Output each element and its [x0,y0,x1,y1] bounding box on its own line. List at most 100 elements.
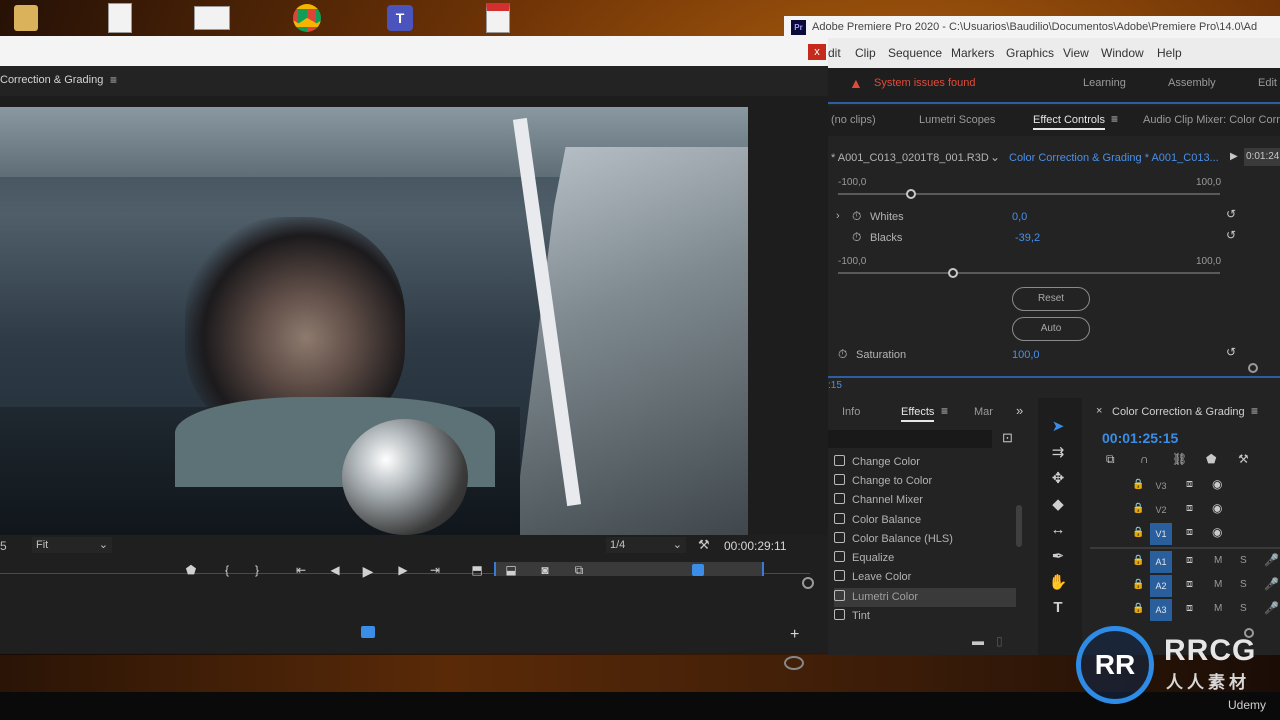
workspace-edit[interactable]: Edit [1258,77,1277,89]
step-forward-icon[interactable]: ▶ [392,563,414,577]
menu-help[interactable]: Help [1157,46,1182,60]
timeline-title[interactable]: Color Correction & Grading [1112,406,1245,418]
sync-lock-icon[interactable]: ⧈ [1186,554,1193,567]
sequence-clip-label[interactable]: Color Correction & Grading * A001_C013..… [1009,152,1227,164]
trash-icon[interactable]: ▯ [996,634,1003,648]
track-label[interactable]: V2 [1150,499,1172,521]
effect-item[interactable]: Channel Mixer [834,491,1014,510]
document-icon[interactable] [98,2,142,34]
panel-menu-icon[interactable]: ≡ [1111,112,1118,126]
chrome-icon[interactable] [285,2,329,34]
effect-item[interactable]: Color Balance (HLS) [834,530,1014,549]
effect-item-highlighted[interactable]: Lumetri Color [834,588,1016,607]
zoom-fit-select[interactable]: Fit ⌄ [32,537,112,553]
lock-icon[interactable]: 🔒 [1132,603,1144,614]
selection-tool-icon[interactable]: ➤ [1046,417,1070,437]
timeline-timecode[interactable]: 00:01:25:15 [1102,430,1178,446]
effect-item[interactable]: Tint [834,607,1014,626]
close-icon[interactable]: × [1096,405,1102,417]
workspace-assembly[interactable]: Assembly [1168,77,1216,89]
menu-markers[interactable]: Markers [951,46,994,60]
track-label[interactable]: A1 [1150,551,1172,573]
playhead[interactable] [692,564,704,576]
reset-parameter-icon[interactable]: ↺ [1226,228,1236,242]
blacks-slider-track[interactable] [838,272,1220,274]
effect-item[interactable]: Change to Color [834,472,1014,491]
sync-lock-icon[interactable]: ⧈ [1186,502,1193,515]
track-select-tool-icon[interactable]: ⇉ [1046,443,1070,463]
sync-lock-icon[interactable]: ⧈ [1186,602,1193,615]
comparison-view-icon[interactable]: ⧉ [568,563,590,578]
folder-icon[interactable]: ▬ [972,634,984,648]
pen-tool-icon[interactable]: ✒ [1046,547,1070,567]
lock-icon[interactable]: 🔒 [1132,527,1144,538]
chevron-down-icon[interactable]: ⌄ [990,150,1000,164]
reset-parameter-icon[interactable]: ↺ [1226,345,1236,359]
file-icon[interactable] [190,2,234,34]
sync-lock-icon[interactable]: ⧈ [1186,526,1193,539]
solo-button[interactable]: S [1240,579,1247,590]
teams-icon[interactable]: T [378,2,422,34]
user-folder-icon[interactable] [4,2,48,34]
mark-out-icon[interactable]: } [246,563,268,577]
hand-tool-icon[interactable]: ✋ [1046,573,1070,593]
tab-info[interactable]: Info [842,406,860,418]
effects-search-input[interactable] [828,430,992,448]
solo-button[interactable]: S [1240,555,1247,566]
sync-lock-icon[interactable]: ⧈ [1186,578,1193,591]
tab-audio-clip-mixer[interactable]: Audio Clip Mixer: Color Corre [1143,114,1280,126]
panel-menu-icon[interactable]: ≡ [1251,404,1258,418]
resolution-select[interactable]: 1/4 ⌄ [606,537,686,553]
lock-icon[interactable]: 🔒 [1132,479,1144,490]
effect-item[interactable]: Color Balance [834,511,1014,530]
blacks-slider-knob[interactable] [947,268,958,278]
track-label[interactable]: A2 [1150,575,1172,597]
menu-view[interactable]: View [1063,46,1089,60]
eye-icon[interactable]: ◉ [1212,501,1222,515]
eye-icon[interactable]: ◉ [1212,525,1222,539]
menu-clip[interactable]: Clip [855,46,876,60]
type-tool-icon[interactable]: T [1046,599,1070,619]
microphone-icon[interactable]: 🎤 [1264,553,1279,567]
pdf-icon[interactable] [476,2,520,34]
scroll-handle[interactable] [1248,363,1258,373]
snap-icon[interactable]: ∩ [1140,452,1149,466]
effects-scrollbar[interactable] [1016,505,1022,547]
whites-slider-track[interactable] [838,193,1220,195]
auto-button[interactable]: Auto [1012,317,1090,341]
add-button-icon[interactable]: + [790,626,799,644]
nest-icon[interactable]: ⧉ [1106,452,1115,467]
expand-icon[interactable]: › [836,210,840,222]
wrench-icon[interactable]: ⚒ [698,537,710,553]
lock-icon[interactable]: 🔒 [1132,503,1144,514]
wrench-icon[interactable]: ⚒ [1238,452,1249,466]
sync-lock-icon[interactable]: ⧈ [1186,478,1193,491]
menu-window[interactable]: Window [1101,46,1144,60]
step-back-icon[interactable]: ◀ [324,563,346,577]
reset-parameter-icon[interactable]: ↺ [1226,207,1236,221]
solo-button[interactable]: S [1240,603,1247,614]
tab-markers[interactable]: Mar [974,406,993,418]
scroll-handle[interactable] [802,577,814,589]
play-icon[interactable]: ▶ [357,563,379,580]
more-tabs-icon[interactable]: » [1016,403,1023,418]
mute-button[interactable]: M [1214,555,1222,566]
mute-button[interactable]: M [1214,579,1222,590]
multi-camera-icon[interactable] [361,626,375,638]
tab-source[interactable]: (no clips) [831,114,876,126]
reset-button[interactable]: Reset [1012,287,1090,311]
stopwatch-icon[interactable]: ⏱ [852,209,861,224]
blacks-value[interactable]: -39,2 [1015,232,1040,244]
mute-button[interactable]: M [1214,603,1222,614]
track-label[interactable]: A3 [1150,599,1172,621]
microphone-icon[interactable]: 🎤 [1264,577,1279,591]
menu-sequence[interactable]: Sequence [888,46,942,60]
whites-value[interactable]: 0,0 [1012,211,1027,223]
stopwatch-icon[interactable]: ⏱ [852,230,861,245]
new-bin-icon[interactable]: ⊡ [1002,430,1013,446]
camera-icon[interactable]: ◙ [534,563,556,577]
razor-tool-icon[interactable]: ◆ [1046,495,1070,515]
effect-item[interactable]: Leave Color [834,568,1014,587]
track-label[interactable]: V1 [1150,523,1172,545]
add-marker-icon[interactable]: ⬟ [1206,452,1216,466]
